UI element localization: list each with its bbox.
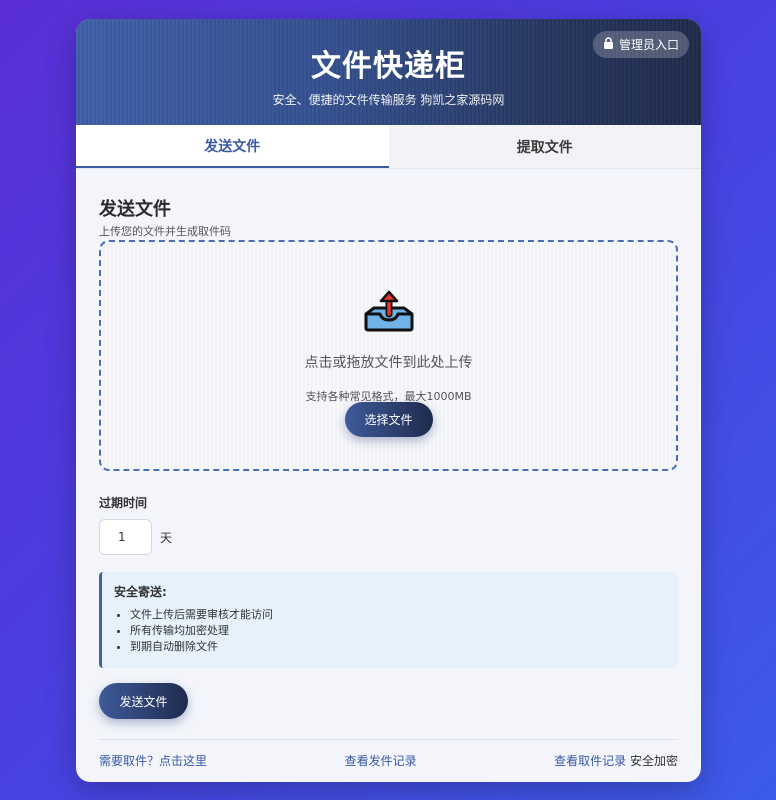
choose-file-button[interactable]: 选择文件	[344, 402, 433, 437]
lock-icon	[603, 37, 614, 52]
footer-right: 查看取件记录 安全加密	[554, 752, 678, 769]
notice-item: 文件上传后需要审核才能访问	[130, 607, 666, 623]
expire-days-input[interactable]: 1	[99, 519, 152, 555]
upload-tray-icon	[362, 288, 416, 336]
notice-item: 到期自动删除文件	[130, 639, 666, 655]
tab-send[interactable]: 发送文件	[76, 125, 389, 168]
footer: 需要取件？点击这里 查看发件记录 查看取件记录 安全加密	[99, 752, 678, 769]
header: 文件快递柜 安全、便捷的文件传输服务 狗凯之家源码网 管理员入口	[76, 19, 701, 125]
expire-row: 1 天	[99, 519, 678, 555]
tab-pickup[interactable]: 提取文件	[388, 125, 701, 168]
send-panel: 发送文件 上传您的文件并生成取件码 点击或拖放文件到此处上传 支持各种常见格式，…	[76, 195, 701, 769]
file-dropzone[interactable]: 点击或拖放文件到此处上传 支持各种常见格式，最大1000MB 选择文件	[99, 240, 678, 471]
notice-item: 所有传输均加密处理	[130, 623, 666, 639]
expire-unit: 天	[160, 530, 173, 545]
send-file-button[interactable]: 发送文件	[99, 683, 188, 719]
expire-label: 过期时间	[99, 496, 148, 510]
admin-entry-label: 管理员入口	[618, 38, 679, 52]
file-locker-card: 文件快递柜 安全、便捷的文件传输服务 狗凯之家源码网 管理员入口 发送文件 提取…	[76, 19, 701, 782]
notice-list: 文件上传后需要审核才能访问 所有传输均加密处理 到期自动删除文件	[114, 607, 666, 655]
section-title: 发送文件	[99, 199, 171, 220]
notice-title: 安全寄送:	[114, 585, 167, 599]
divider	[99, 739, 678, 740]
security-notice: 安全寄送: 文件上传后需要审核才能访问 所有传输均加密处理 到期自动删除文件	[99, 572, 678, 668]
secure-text: 安全加密	[629, 754, 678, 768]
dropzone-text: 点击或拖放文件到此处上传	[304, 355, 473, 371]
page-subtitle: 安全、便捷的文件传输服务 狗凯之家源码网	[272, 93, 505, 107]
section-description: 上传您的文件并生成取件码	[99, 225, 231, 238]
admin-entry-button[interactable]: 管理员入口	[592, 31, 689, 58]
send-records-link[interactable]: 查看发件记录	[345, 752, 417, 769]
pickup-link[interactable]: 需要取件？点击这里	[99, 752, 207, 769]
pickup-records-link[interactable]: 查看取件记录	[554, 754, 626, 768]
tab-bar: 发送文件 提取文件	[76, 125, 701, 169]
